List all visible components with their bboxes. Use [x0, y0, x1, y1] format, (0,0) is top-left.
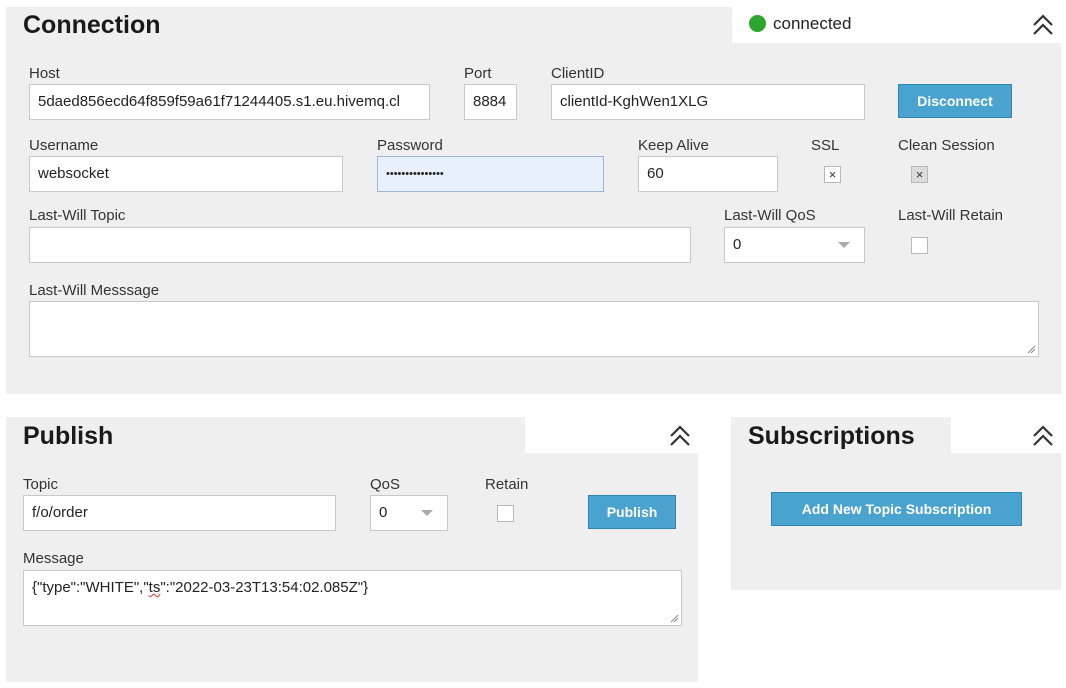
connection-title: Connection: [23, 11, 161, 39]
message-textarea[interactable]: {"type":"WHITE","ts":"2022-03-23T13:54:0…: [23, 570, 682, 626]
chevron-double-up-icon[interactable]: [1031, 424, 1055, 448]
clean-session-checkbox[interactable]: ×: [911, 166, 928, 183]
qos-select[interactable]: 0: [370, 495, 448, 531]
password-input[interactable]: •••••••••••••••: [377, 156, 604, 192]
ssl-checkbox[interactable]: ×: [824, 166, 841, 183]
ssl-label: SSL: [811, 137, 840, 154]
resize-handle-icon[interactable]: [670, 614, 679, 623]
port-label: Port: [464, 65, 492, 82]
lw-topic-input[interactable]: [29, 227, 691, 263]
keepalive-input[interactable]: 60: [638, 156, 778, 192]
message-label: Message: [23, 550, 84, 567]
lw-topic-label: Last-Will Topic: [29, 207, 126, 224]
publish-panel: [6, 417, 698, 682]
lw-message-label: Last-Will Messsage: [29, 282, 160, 299]
lw-qos-value: 0: [733, 236, 742, 253]
qos-label: QoS: [370, 476, 401, 493]
message-text-ts: ts: [148, 579, 161, 596]
retain-checkbox[interactable]: [497, 505, 514, 522]
disconnect-button[interactable]: Disconnect: [898, 84, 1012, 118]
clientid-input[interactable]: clientId-KghWen1XLG: [551, 84, 865, 120]
chevron-double-up-icon[interactable]: [668, 424, 692, 448]
publish-title: Publish: [23, 422, 114, 450]
message-text-end: ":"2022-03-23T13:54:02.085Z"}: [160, 579, 369, 596]
lw-qos-label: Last-Will QoS: [724, 207, 816, 224]
lw-message-textarea[interactable]: [29, 301, 1039, 357]
port-input[interactable]: 8884: [464, 84, 517, 120]
connection-status: connected: [773, 14, 852, 33]
keepalive-label: Keep Alive: [638, 137, 709, 154]
chevron-double-up-icon[interactable]: [1031, 13, 1055, 37]
qos-value: 0: [379, 504, 388, 521]
username-label: Username: [29, 137, 99, 154]
lw-retain-checkbox[interactable]: [911, 237, 928, 254]
clientid-label: ClientID: [551, 65, 605, 82]
publish-button[interactable]: Publish: [588, 495, 676, 529]
lw-retain-label: Last-Will Retain: [898, 207, 1004, 224]
retain-label: Retain: [485, 476, 529, 493]
message-text-start: {"type":"WHITE",": [32, 579, 149, 596]
topic-input[interactable]: f/o/order: [23, 495, 336, 531]
subscriptions-title: Subscriptions: [748, 422, 915, 450]
clean-session-label: Clean Session: [898, 137, 995, 154]
caret-down-icon: [421, 510, 433, 516]
topic-label: Topic: [23, 476, 59, 493]
caret-down-icon: [838, 242, 850, 248]
host-input[interactable]: 5daed856ecd64f859f59a61f71244405.s1.eu.h…: [29, 84, 430, 120]
username-input[interactable]: websocket: [29, 156, 343, 192]
resize-handle-icon[interactable]: [1027, 345, 1036, 354]
host-label: Host: [29, 65, 60, 82]
status-dot-icon: [749, 15, 766, 32]
password-label: Password: [377, 137, 443, 154]
add-subscription-button[interactable]: Add New Topic Subscription: [771, 492, 1022, 526]
